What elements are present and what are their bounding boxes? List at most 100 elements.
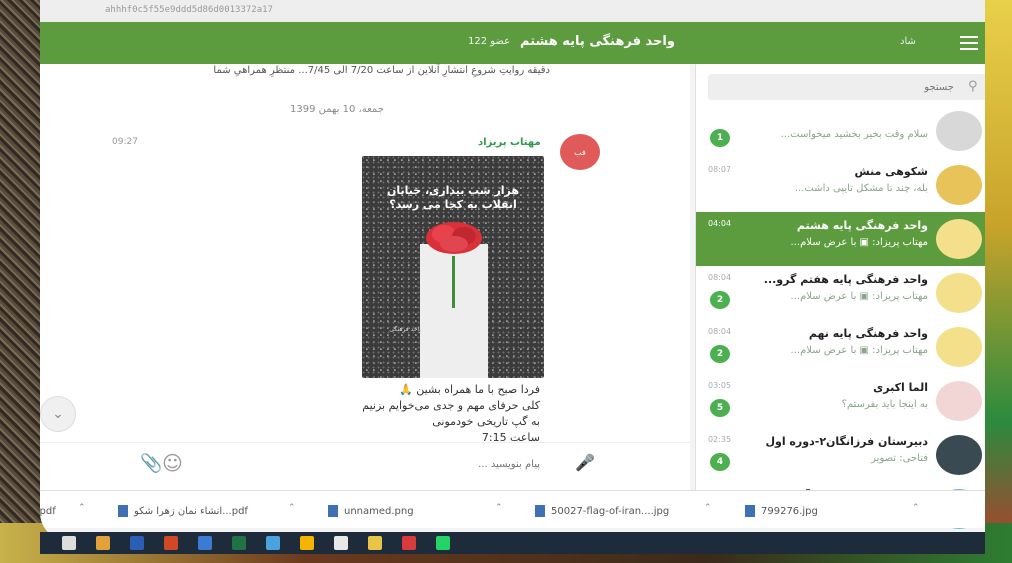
caption-line: کلی حرفای مهم و جدی می‌خوایم بزنیم [362, 399, 540, 412]
sender-avatar[interactable]: ف‍ب [560, 134, 600, 170]
powerpoint-icon[interactable] [164, 536, 178, 550]
chat-avatar [936, 111, 982, 151]
chat-time: 02:35 [708, 435, 732, 444]
message-caption: فردا صبح با ما همراه بشین 🙏 کلی حرفای مه… [290, 382, 540, 446]
unread-badge: 2 [710, 345, 730, 363]
scroll-down-button[interactable]: ⌄ [40, 396, 76, 432]
download-item[interactable]: انشاء نمان زهرا شکو...pdf [118, 501, 248, 521]
header-user-label: شاد [900, 36, 916, 47]
caption-line: به گپ تاریخی خودمونی [432, 415, 540, 428]
poster-footer: واحد فرهنگی [389, 326, 422, 333]
chat-name: شکوهی منش [854, 165, 928, 178]
chat-list-item[interactable]: شکوهی منش بله، چند تا مشکل تایپی داشت... 0… [696, 158, 985, 212]
message-input[interactable] [190, 453, 540, 475]
chat-avatar [936, 435, 982, 475]
chat-avatar [936, 327, 982, 367]
download-name: 799276.jpg [761, 505, 818, 517]
chat-time: 04:04 [708, 219, 732, 228]
chevron-up-icon[interactable]: ⌃ [495, 503, 503, 513]
unread-badge: 1 [710, 129, 730, 147]
chat-name: الما اکبری [873, 381, 928, 394]
browser-window: ahhhf0c5f55e9ddd5d86d0013372a17 122 عضو … [40, 0, 985, 542]
search-input[interactable] [708, 74, 958, 100]
message-time: 09:27 [112, 137, 138, 147]
chat-name: واحد فرهنگی پایه هفتم گرو... [763, 273, 928, 286]
address-bar[interactable]: ahhhf0c5f55e9ddd5d86d0013372a17 [40, 0, 985, 22]
start-icon[interactable] [62, 536, 76, 550]
file-icon [745, 505, 755, 517]
chat-time: 03:05 [708, 381, 732, 390]
chat-name: دبیرستان فرزانگان۲-دوره اول [765, 435, 928, 448]
search-box: ⚲ [708, 74, 985, 100]
chevron-up-icon[interactable]: ⌃ [912, 503, 920, 513]
chat-preview: مهتاب پریزاد: ▣ با عرض سلام... [790, 291, 928, 302]
caption-line: فردا صبح با ما همراه بشین 🙏 [399, 383, 540, 396]
unread-badge: 5 [710, 399, 730, 417]
group-title[interactable]: واحد فرهنگی پایه هشتم [520, 34, 675, 49]
chat-list-item[interactable]: دبیرستان فرزانگان۲-دوره اول فتاحی: تصویر 0… [696, 428, 985, 482]
download-name: 50027-flag-of-iran....jpg [551, 505, 670, 517]
unread-badge: 2 [710, 291, 730, 309]
download-item[interactable]: 799276.jpg [745, 501, 818, 521]
search-icon[interactable]: ⚲ [968, 79, 978, 94]
download-item[interactable]: 50027-flag-of-iran....jpg [535, 501, 669, 521]
chat-preview: سلام وقت بخیر بخشید میخواست... [780, 129, 928, 140]
previous-message-text: دقیقه روایتِ شروعِ انتشارِ آنلاین از ساع… [213, 65, 550, 76]
chat-panel: دقیقه روایتِ شروعِ انتشارِ آنلاین از ساع… [40, 64, 690, 490]
conversation-list: ⚲ سلام وقت بخیر بخشید میخواست... 1 شکوهی م… [695, 64, 985, 529]
download-name: ...pdf [40, 505, 56, 517]
message-image[interactable]: هزار شب بیداری، خیابان انقلاب به کجا می … [362, 156, 544, 378]
chat-preview: به اینجا باید بفرستم؟ [841, 399, 928, 410]
chevron-up-icon[interactable]: ⌃ [288, 503, 296, 513]
download-name: انشاء نمان زهرا شکو...pdf [134, 505, 248, 517]
chat-list-item[interactable]: واحد فرهنگی پایه هفتم گرو... مهتاب پریزاد… [696, 266, 985, 320]
app-icon[interactable] [198, 536, 212, 550]
attach-icon[interactable]: 📎 [140, 453, 162, 474]
taskbar [40, 532, 985, 554]
chat-avatar [936, 219, 982, 259]
chevron-up-icon[interactable]: ⌃ [78, 503, 86, 513]
member-count: 122 عضو [468, 36, 511, 47]
chat-name: واحد فرهنگی پایه نهم [808, 327, 928, 340]
downloads-shelf: ...pdf ⌃ انشاء نمان زهرا شکو...pdf ⌃ unn… [40, 490, 985, 528]
chat-list-item[interactable]: سلام وقت بخیر بخشید میخواست... 1 [696, 104, 985, 158]
chat-time: 08:04 [708, 273, 732, 282]
download-item[interactable]: unnamed.png [328, 501, 414, 521]
folder-icon[interactable] [300, 536, 314, 550]
whatsapp-icon[interactable] [436, 536, 450, 550]
app-icon[interactable] [334, 536, 348, 550]
flower-stem [452, 256, 455, 308]
unread-badge: 4 [710, 453, 730, 471]
file-explorer-icon[interactable] [368, 536, 382, 550]
chat-list-item[interactable]: الما اکبری به اینجا باید بفرستم؟ 03:05 5 [696, 374, 985, 428]
chevron-up-icon[interactable]: ⌃ [704, 503, 712, 513]
chat-list-item[interactable]: واحد فرهنگی پایه هشتم مهتاب پریزاد: ▣ با … [696, 212, 985, 266]
message-composer: 📎 ☺ 🎤 [40, 442, 690, 490]
chat-time: 08:07 [708, 165, 732, 174]
chrome-icon[interactable] [96, 536, 110, 550]
chat-avatar [936, 381, 982, 421]
emoji-icon[interactable]: ☺ [162, 451, 183, 475]
edge-icon[interactable] [266, 536, 280, 550]
download-name: unnamed.png [344, 505, 414, 517]
file-icon [328, 505, 338, 517]
chat-preview: مهتاب پریزاد: ▣ با عرض سلام... [790, 237, 928, 248]
carnation-flower-icon [426, 222, 482, 254]
file-icon [535, 505, 545, 517]
sender-name[interactable]: مهتاب پریزاد [478, 137, 541, 148]
word-icon[interactable] [130, 536, 144, 550]
hamburger-menu-icon[interactable] [960, 36, 978, 50]
download-item[interactable]: ...pdf [40, 501, 56, 521]
excel-icon[interactable] [232, 536, 246, 550]
chat-preview: مهتاب پریزاد: ▣ با عرض سلام... [790, 345, 928, 356]
chat-preview: بله، چند تا مشکل تایپی داشت... [794, 183, 928, 194]
microphone-icon[interactable]: 🎤 [575, 453, 595, 472]
app-header: 122 عضو واحد فرهنگی پایه هشتم شاد [40, 22, 985, 64]
opera-icon[interactable] [402, 536, 416, 550]
chat-name: واحد فرهنگی پایه هشتم [796, 219, 928, 232]
date-divider: جمعه، 10 بهمن 1399 [290, 104, 384, 115]
chevron-down-icon: ⌄ [52, 406, 64, 422]
chat-avatar [936, 273, 982, 313]
file-icon [118, 505, 128, 517]
chat-list-item[interactable]: واحد فرهنگی پایه نهم مهتاب پریزاد: ▣ با ع… [696, 320, 985, 374]
